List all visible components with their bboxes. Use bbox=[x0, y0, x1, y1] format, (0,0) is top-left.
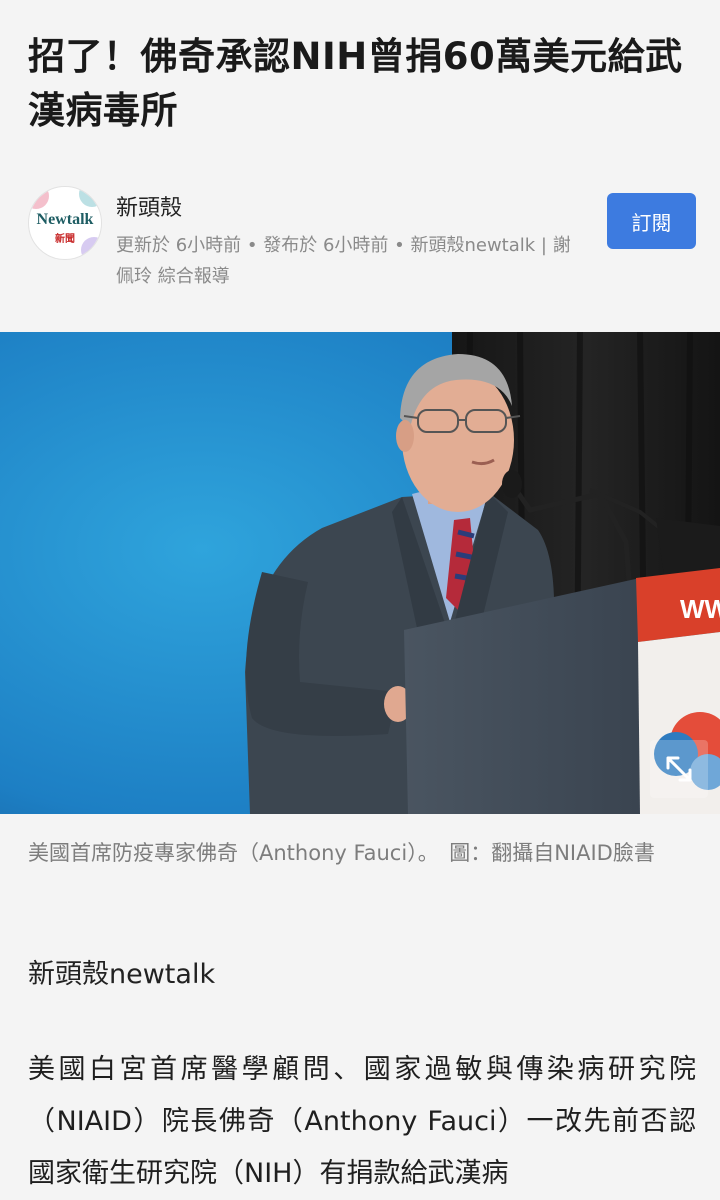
logo-subtitle: 新聞 bbox=[55, 234, 75, 245]
article-byline: 新頭殼newtalk bbox=[28, 959, 216, 990]
expand-icon bbox=[666, 756, 692, 782]
podium-logo-text: WWW bbox=[680, 594, 720, 624]
article-paragraph: 美國白宮首席醫學顧問、國家過敏與傳染病研究院（NIAID）院長佛奇（Anthon… bbox=[28, 1054, 696, 1189]
publisher-logo[interactable]: Newtalk 新聞 bbox=[28, 186, 102, 260]
article-photo[interactable]: WWW bbox=[0, 332, 720, 814]
photo-caption: 美國首席防疫專家佛奇（Anthony Fauci）。 圖：翻攝自NIAID臉書 bbox=[28, 841, 655, 865]
photo-illustration: WWW bbox=[0, 332, 720, 814]
subscribe-button[interactable]: 訂閱 bbox=[607, 193, 696, 249]
publisher-name[interactable]: 新頭殼 bbox=[116, 190, 182, 222]
article-headline: 招了！佛奇承認NIH曾捐60萬美元給武漢病毒所 bbox=[28, 35, 683, 132]
expand-image-button[interactable] bbox=[650, 740, 708, 798]
article-meta: 更新於 6小時前 • 發布於 6小時前 • 新頭殼newtalk | 謝佩玲 綜… bbox=[116, 235, 571, 287]
publisher-header: Newtalk 新聞 新頭殼 更新於 6小時前 • 發布於 6小時前 • 新頭殼… bbox=[28, 186, 698, 296]
logo-wordmark: Newtalk bbox=[36, 211, 94, 228]
